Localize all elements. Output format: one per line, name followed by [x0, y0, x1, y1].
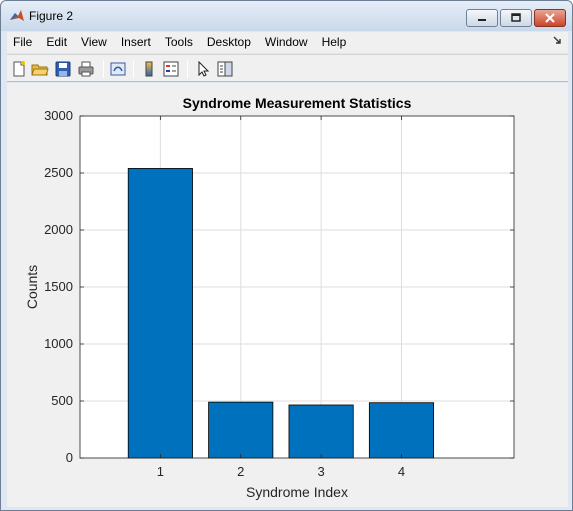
- y-tick-label: 500: [51, 393, 73, 408]
- window-title: Figure 2: [29, 9, 74, 23]
- x-tick-label: 2: [237, 464, 244, 479]
- x-tick-label: 3: [317, 464, 324, 479]
- maximize-icon: [511, 13, 521, 22]
- menu-help[interactable]: Help: [315, 32, 354, 53]
- close-button[interactable]: [534, 9, 566, 27]
- menu-tools[interactable]: Tools: [158, 32, 200, 53]
- toolbar-separator: [187, 60, 188, 78]
- minimize-button[interactable]: [466, 9, 498, 27]
- bar-1[interactable]: [127, 168, 193, 459]
- dock-arrow-icon[interactable]: [552, 35, 562, 45]
- title-bar[interactable]: Figure 2: [1, 1, 572, 31]
- minimize-icon: [478, 19, 486, 21]
- maximize-button[interactable]: [500, 9, 532, 27]
- y-axis-label: Counts: [24, 265, 40, 309]
- y-tick-label: 0: [66, 450, 73, 465]
- y-tick-label: 1500: [44, 279, 73, 294]
- menu-window[interactable]: Window: [258, 32, 315, 53]
- y-tick-label: 3000: [44, 108, 73, 123]
- toolbar: [7, 54, 568, 82]
- y-tick-label: 2500: [44, 165, 73, 180]
- y-tick-label: 1000: [44, 336, 73, 351]
- menu-bar: File Edit View Insert Tools Desktop Wind…: [7, 32, 568, 53]
- menu-edit[interactable]: Edit: [39, 32, 74, 53]
- chart-title: Syndrome Measurement Statistics: [183, 95, 412, 111]
- menu-insert[interactable]: Insert: [114, 32, 158, 53]
- toolbar-separator: [133, 60, 134, 78]
- figure-window: Figure 2 File Edit View Insert Tools Des…: [0, 0, 573, 511]
- matlab-icon: [10, 10, 24, 21]
- insert-colorbar-icon[interactable]: [140, 60, 158, 78]
- toolbar-separator: [103, 60, 104, 78]
- bar-2[interactable]: [208, 401, 274, 459]
- figure-canvas: 0 500 1000 1500 2000 2500 3000 1 2 3 4 Syndrome Mea…: [7, 83, 568, 507]
- x-axis-label: Syndrome Index: [246, 484, 348, 500]
- insert-legend-icon[interactable]: [162, 60, 180, 78]
- menu-desktop[interactable]: Desktop: [200, 32, 258, 53]
- bar-chart: 0 500 1000 1500 2000 2500 3000 1 2 3 4 Syndrome Mea…: [24, 95, 515, 500]
- bar-3[interactable]: [288, 404, 354, 459]
- open-file-icon[interactable]: [31, 60, 49, 78]
- bar-4[interactable]: [368, 402, 435, 459]
- save-icon[interactable]: [54, 60, 72, 78]
- link-plot-icon[interactable]: [109, 60, 127, 78]
- property-editor-icon[interactable]: [216, 60, 234, 78]
- close-icon: [545, 13, 555, 23]
- new-figure-icon[interactable]: [10, 60, 28, 78]
- edit-plot-icon[interactable]: [194, 60, 212, 78]
- y-tick-label: 2000: [44, 222, 73, 237]
- menu-file[interactable]: File: [7, 32, 39, 53]
- menu-view[interactable]: View: [74, 32, 114, 53]
- x-tick-label: 1: [157, 464, 164, 479]
- x-tick-label: 4: [398, 464, 405, 479]
- print-icon[interactable]: [77, 60, 95, 78]
